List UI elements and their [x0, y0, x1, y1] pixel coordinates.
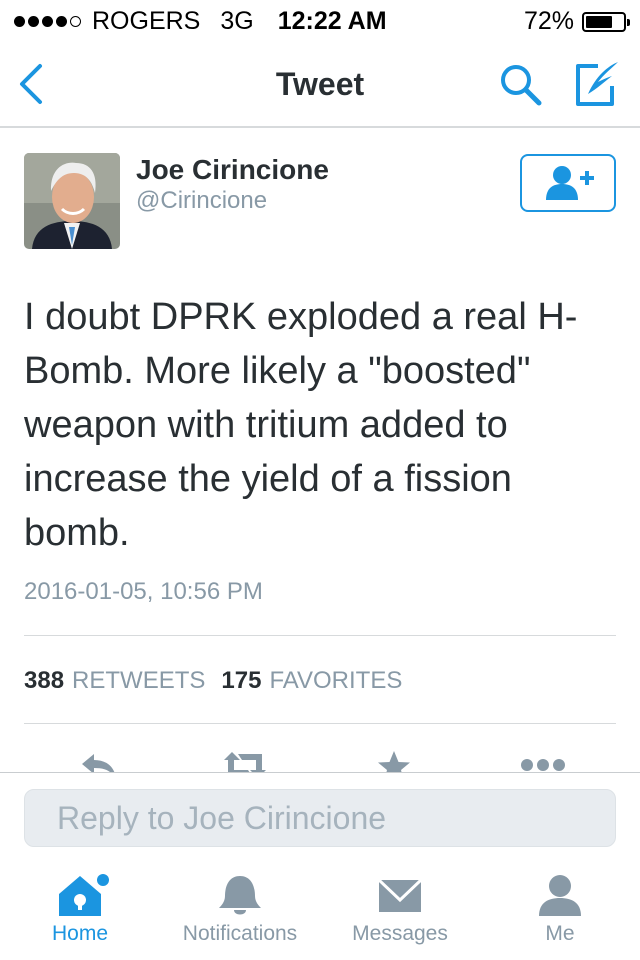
- tweet-actions: [0, 740, 640, 774]
- favorites-label[interactable]: FAVORITES: [269, 667, 402, 695]
- status-time: 12:22 AM: [277, 7, 387, 35]
- tab-notifications[interactable]: Notifications: [160, 872, 320, 946]
- reply-button[interactable]: [78, 750, 118, 774]
- divider: [24, 723, 616, 724]
- favorite-star-icon: [378, 751, 410, 774]
- avatar-photo: [24, 153, 120, 249]
- page-title: Tweet: [275, 66, 365, 102]
- tab-label: Me: [545, 922, 575, 945]
- reply-bar: Reply to Joe Cirincione: [0, 772, 640, 865]
- retweets-count[interactable]: 388: [24, 667, 64, 695]
- tab-me[interactable]: Me: [480, 872, 640, 946]
- divider: [24, 635, 616, 636]
- search-icon: [501, 65, 542, 106]
- tab-label: Notifications: [182, 922, 298, 945]
- retweet-icon: [224, 752, 266, 774]
- follow-button[interactable]: [520, 154, 616, 212]
- author-handle[interactable]: @Cirincione: [136, 187, 267, 215]
- tab-messages[interactable]: Messages: [320, 872, 480, 946]
- bell-icon: [219, 876, 261, 915]
- compose-icon: [576, 62, 618, 106]
- person-icon: [539, 875, 581, 916]
- navigation-bar: Tweet: [0, 40, 640, 128]
- favorite-button[interactable]: [376, 750, 412, 774]
- retweet-button[interactable]: [222, 750, 268, 774]
- tab-home[interactable]: Home: [0, 872, 160, 946]
- tweet-text: I doubt DPRK exploded a real H-Bomb. Mor…: [24, 296, 578, 554]
- battery-percent: 72%: [523, 7, 574, 35]
- retweets-label[interactable]: RETWEETS: [72, 667, 205, 695]
- envelope-icon: [377, 878, 423, 912]
- status-left: ROGERS 3G 12:22 AM: [14, 7, 387, 36]
- author-avatar[interactable]: [24, 153, 120, 249]
- tweet-stats: 388 RETWEETS 175 FAVORITES: [24, 667, 418, 695]
- network-type: 3G: [220, 7, 254, 35]
- signal-strength-icon: [14, 16, 84, 27]
- status-bar: ROGERS 3G 12:22 AM 72%: [0, 0, 640, 40]
- search-button[interactable]: [498, 62, 544, 108]
- tab-label: Messages: [352, 922, 448, 945]
- home-icon: [59, 874, 109, 916]
- tweet-timestamp: 2016-01-05, 10:56 PM: [24, 578, 263, 605]
- tab-label: Home: [51, 922, 109, 945]
- battery-icon: [582, 11, 630, 32]
- reply-icon: [82, 754, 116, 774]
- author-name[interactable]: Joe Cirincione: [136, 154, 329, 186]
- add-user-icon: [546, 166, 594, 200]
- carrier-name: ROGERS: [92, 7, 201, 35]
- more-icon: [521, 759, 565, 771]
- reply-input[interactable]: Reply to Joe Cirincione: [24, 789, 616, 847]
- tab-bar: Home Notifications Messages Me: [0, 864, 640, 960]
- status-right: 72%: [523, 7, 630, 36]
- favorites-count[interactable]: 175: [221, 667, 261, 695]
- compose-button[interactable]: [572, 60, 624, 108]
